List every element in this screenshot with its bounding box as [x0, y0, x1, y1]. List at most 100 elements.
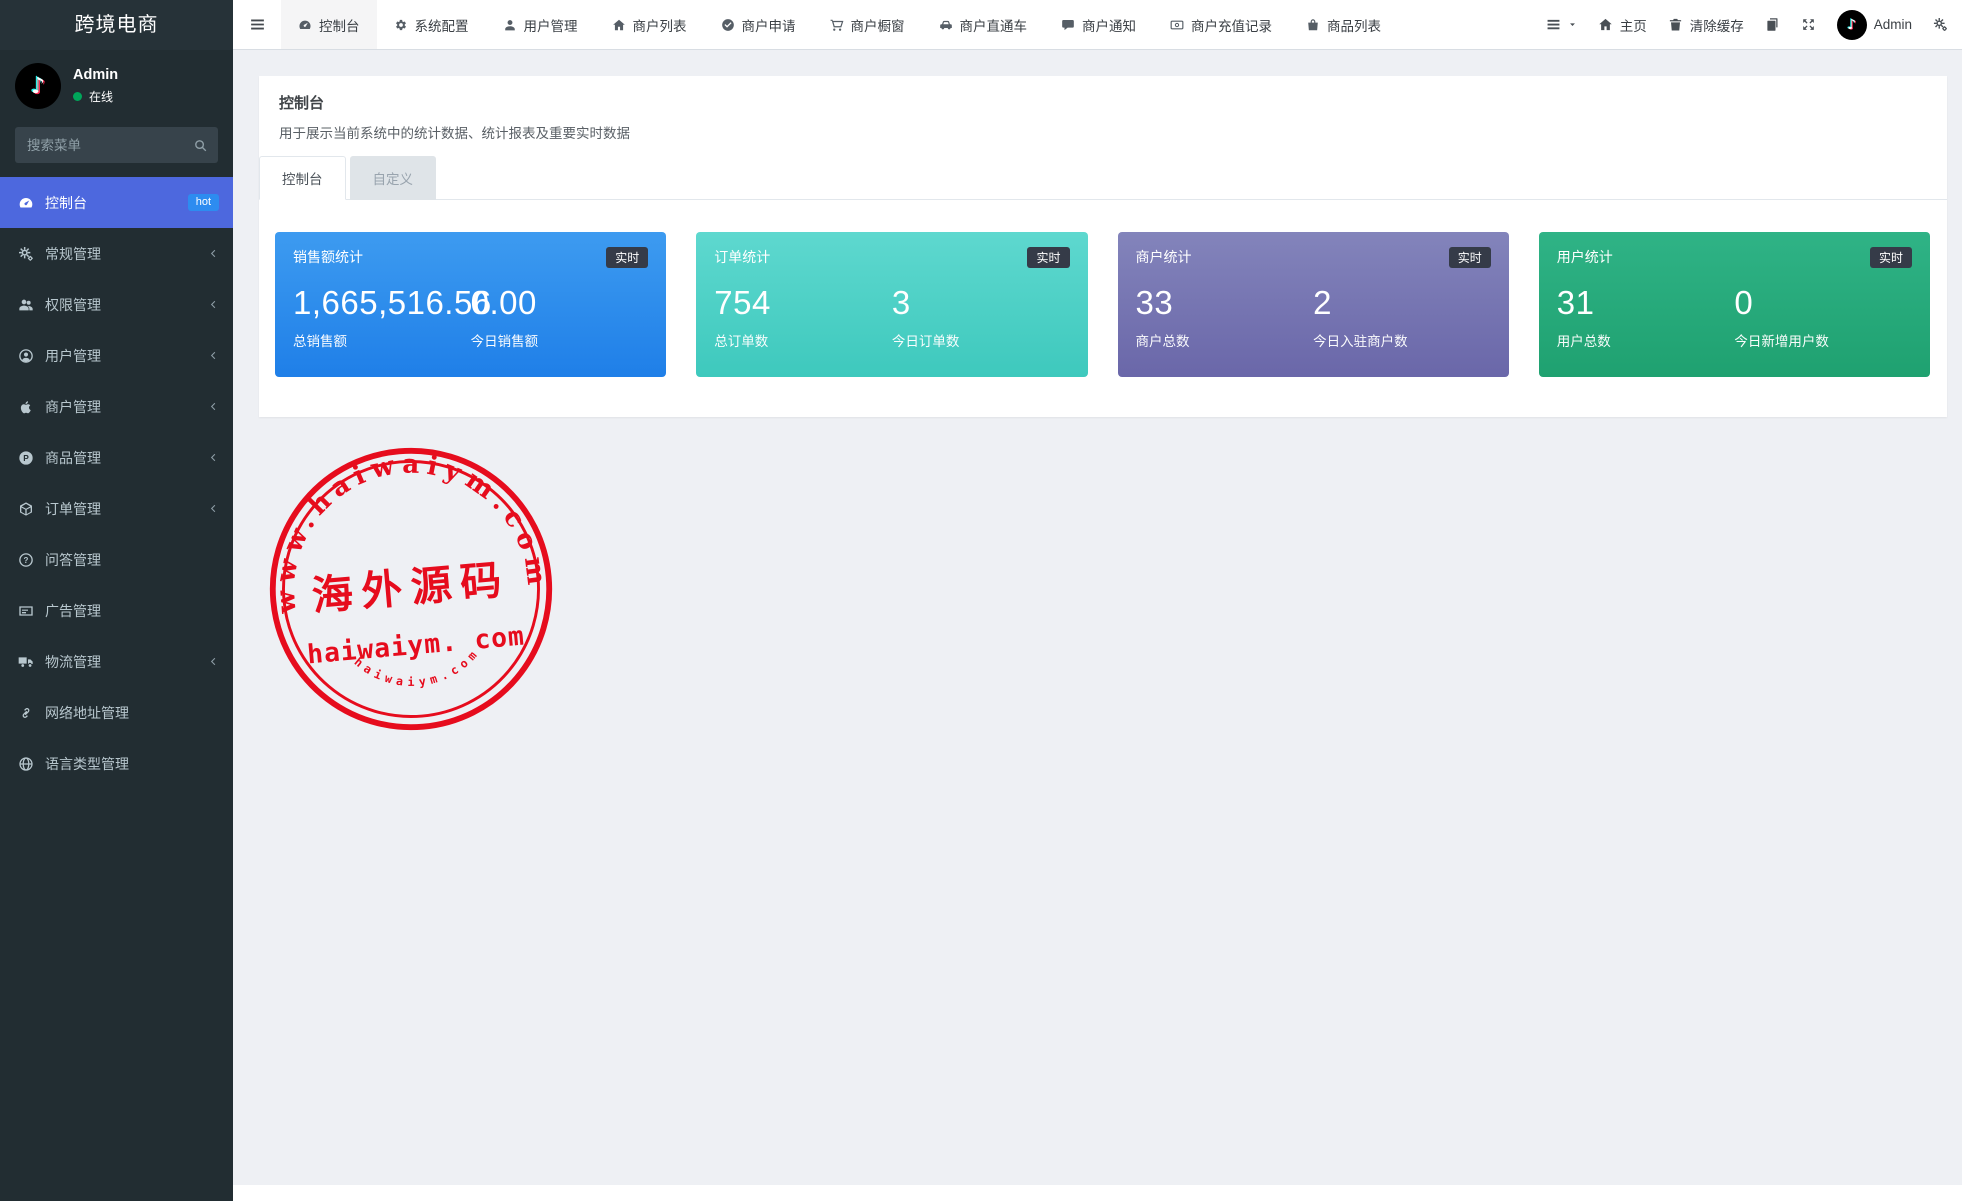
- sidebar-item-dashboard[interactable]: 控制台 hot: [0, 177, 233, 228]
- card-title: 销售额统计: [293, 247, 363, 267]
- user-panel: ♪ Admin 在线: [0, 50, 233, 120]
- trash-icon: [1668, 17, 1683, 32]
- topnav-item-merchant-notice[interactable]: 商户通知: [1044, 0, 1153, 49]
- home-icon: [612, 18, 626, 32]
- stamp-bottom-text: haiwaiym.com: [351, 644, 486, 695]
- topnav-item-merchant-showcase[interactable]: 商户橱窗: [813, 0, 922, 49]
- stat-value: 754: [714, 285, 892, 321]
- user-name: Admin: [1874, 17, 1912, 32]
- topnav-item-user-management[interactable]: 用户管理: [486, 0, 595, 49]
- topnav-item-merchant-recharge[interactable]: 商户充值记录: [1153, 0, 1289, 49]
- stamp-site-text: haiwaiym. com: [306, 622, 526, 671]
- sidebar-item-language[interactable]: 语言类型管理: [0, 738, 233, 789]
- app-title: 跨境电商: [0, 0, 233, 50]
- recharge-icon: [1170, 18, 1184, 32]
- sidebar-item-network[interactable]: 网络地址管理: [0, 687, 233, 738]
- sidebar-item-label: 权限管理: [45, 295, 101, 315]
- sidebar-item-label: 商品管理: [45, 448, 101, 468]
- stat-label: 今日入驻商户数: [1313, 330, 1491, 350]
- sidebar-item-products[interactable]: 商品管理: [0, 432, 233, 483]
- home-icon: [1598, 17, 1613, 32]
- page-header: 控制台 用于展示当前系统中的统计数据、统计报表及重要实时数据: [259, 76, 1947, 156]
- ad-image-icon: [18, 603, 34, 619]
- stat-value: 31: [1557, 285, 1735, 321]
- sidebar-toggle-button[interactable]: [233, 0, 281, 49]
- sidebar-menu: 控制台 hot 常规管理 权限管理 用户管理 商户管理: [0, 177, 233, 789]
- stamp-arc-text: www.haiwaiym.com: [265, 443, 553, 616]
- sidebar-item-orders[interactable]: 订单管理: [0, 483, 233, 534]
- sidebar-item-label: 物流管理: [45, 652, 101, 672]
- stat-value: 1,665,516.56: [293, 285, 471, 321]
- user-menu[interactable]: ♪ Admin: [1837, 10, 1912, 40]
- tachometer-icon: [298, 18, 312, 32]
- topnav-item-dashboard[interactable]: 控制台: [281, 0, 377, 49]
- watermark-stamp: www.haiwaiym.com 海外源码 haiwaiym. com haiw…: [265, 443, 557, 735]
- home-link[interactable]: 主页: [1598, 15, 1647, 35]
- sidebar: 跨境电商 ♪ Admin 在线 控制台 hot 常规管理: [0, 0, 233, 1201]
- gear-icon: [394, 18, 408, 32]
- sidebar-item-label: 网络地址管理: [45, 703, 129, 723]
- sidebar-item-ads[interactable]: 广告管理: [0, 585, 233, 636]
- topnav-item-system-config[interactable]: 系统配置: [377, 0, 486, 49]
- link-icon: [18, 705, 34, 721]
- svg-text:haiwaiym.com: haiwaiym.com: [351, 644, 486, 695]
- nav-list-dropdown[interactable]: [1546, 17, 1577, 32]
- check-circle-icon: [721, 18, 735, 32]
- stat-label: 总订单数: [714, 330, 892, 350]
- copy-button[interactable]: [1765, 17, 1780, 32]
- dashboard-panel: 控制台 用于展示当前系统中的统计数据、统计报表及重要实时数据 控制台 自定义 销…: [259, 76, 1947, 417]
- card-title: 商户统计: [1136, 247, 1192, 267]
- product-circle-icon: [18, 450, 34, 466]
- tab-dashboard[interactable]: 控制台: [259, 156, 346, 200]
- user-circle-icon: [18, 348, 34, 364]
- app-root: 跨境电商 ♪ Admin 在线 控制台 hot 常规管理: [0, 0, 1962, 1201]
- stat-value: 33: [1136, 285, 1314, 321]
- sidebar-item-general[interactable]: 常规管理: [0, 228, 233, 279]
- sidebar-item-merchants[interactable]: 商户管理: [0, 381, 233, 432]
- stat-label: 今日订单数: [892, 330, 1070, 350]
- comment-icon: [1061, 18, 1075, 32]
- topbar-right: 主页 清除缓存 ♪ Admin: [1546, 0, 1962, 49]
- tab-custom[interactable]: 自定义: [350, 156, 437, 200]
- stat-label: 用户总数: [1557, 330, 1735, 350]
- language-globe-icon: [18, 756, 34, 772]
- stat-label: 商户总数: [1136, 330, 1314, 350]
- settings-button[interactable]: [1933, 17, 1948, 32]
- cube-icon: [18, 501, 34, 517]
- topnav-item-product-list[interactable]: 商品列表: [1289, 0, 1398, 49]
- sidebar-item-logistics[interactable]: 物流管理: [0, 636, 233, 687]
- search-button[interactable]: [182, 127, 218, 163]
- sidebar-item-users[interactable]: 用户管理: [0, 330, 233, 381]
- tachometer-icon: [18, 195, 34, 211]
- main-area: 控制台 系统配置 用户管理 商户列表 商户申请: [233, 0, 1962, 1201]
- stat-label: 今日新增用户数: [1734, 330, 1912, 350]
- topnav-item-merchant-list[interactable]: 商户列表: [595, 0, 704, 49]
- online-dot-icon: [73, 92, 82, 101]
- user-status: 在线: [73, 88, 118, 105]
- tiktok-logo-icon: ♪: [1847, 17, 1856, 33]
- orders-stat-card: 订单统计 实时 754 总订单数 3 今日订单数: [696, 232, 1087, 377]
- search-icon: [193, 138, 208, 153]
- svg-text:www.haiwaiym.com: www.haiwaiym.com: [265, 443, 553, 616]
- clear-cache-button[interactable]: 清除缓存: [1668, 15, 1744, 35]
- stat-value: 0: [1734, 285, 1912, 321]
- topnav-item-merchant-apply[interactable]: 商户申请: [704, 0, 813, 49]
- sidebar-search: [15, 127, 218, 163]
- chevron-left-icon: [208, 452, 219, 463]
- sidebar-item-label: 商户管理: [45, 397, 101, 417]
- hamburger-icon: [249, 16, 266, 33]
- apple-icon: [18, 399, 34, 415]
- sidebar-item-qa[interactable]: 问答管理: [0, 534, 233, 585]
- bag-icon: [1306, 18, 1320, 32]
- topnav-item-merchant-express[interactable]: 商户直通车: [922, 0, 1045, 49]
- sidebar-item-label: 控制台: [45, 193, 87, 213]
- sidebar-item-label: 问答管理: [45, 550, 101, 570]
- merchants-stat-card: 商户统计 实时 33 商户总数 2 今日入驻商户数: [1118, 232, 1509, 377]
- sidebar-item-label: 订单管理: [45, 499, 101, 519]
- user-name: Admin: [73, 67, 118, 83]
- avatar: ♪: [15, 63, 61, 109]
- status-label: 在线: [89, 88, 113, 105]
- content-area: 控制台 用于展示当前系统中的统计数据、统计报表及重要实时数据 控制台 自定义 销…: [233, 50, 1962, 1185]
- fullscreen-button[interactable]: [1801, 17, 1816, 32]
- sidebar-item-permissions[interactable]: 权限管理: [0, 279, 233, 330]
